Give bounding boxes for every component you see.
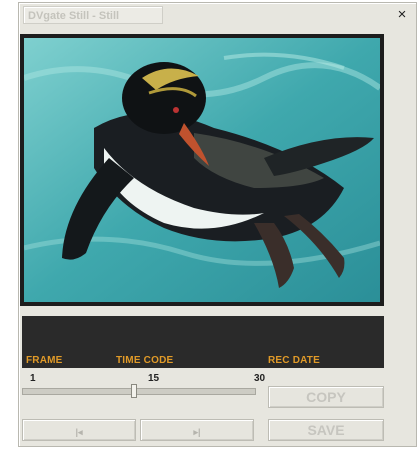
slider-max-label: 30: [254, 373, 266, 384]
window-title: DVgate Still - Still: [23, 6, 163, 24]
previous-frame-button[interactable]: |◂: [22, 419, 136, 441]
close-button[interactable]: ×: [394, 6, 410, 24]
save-button[interactable]: SAVE: [268, 419, 384, 441]
timecode-label: TIME CODE: [116, 355, 174, 366]
slider-min-label: 1: [30, 373, 36, 384]
slider-mid-label: 15: [148, 373, 160, 384]
copy-button[interactable]: COPY: [268, 386, 384, 408]
frame-slider-track[interactable]: [22, 388, 256, 395]
recdate-label: REC DATE: [268, 355, 320, 366]
title-bar: DVgate Still - Still ×: [19, 3, 416, 29]
skip-forward-icon: ▸|: [193, 427, 201, 437]
still-image-preview: [20, 34, 384, 306]
frame-label: FRAME: [26, 355, 63, 366]
frame-slider-thumb[interactable]: [131, 384, 137, 398]
info-bar: FRAME TIME CODE REC DATE: [22, 316, 384, 368]
skip-back-icon: |◂: [75, 427, 83, 437]
next-frame-button[interactable]: ▸|: [140, 419, 254, 441]
penguin-image: [24, 38, 380, 302]
